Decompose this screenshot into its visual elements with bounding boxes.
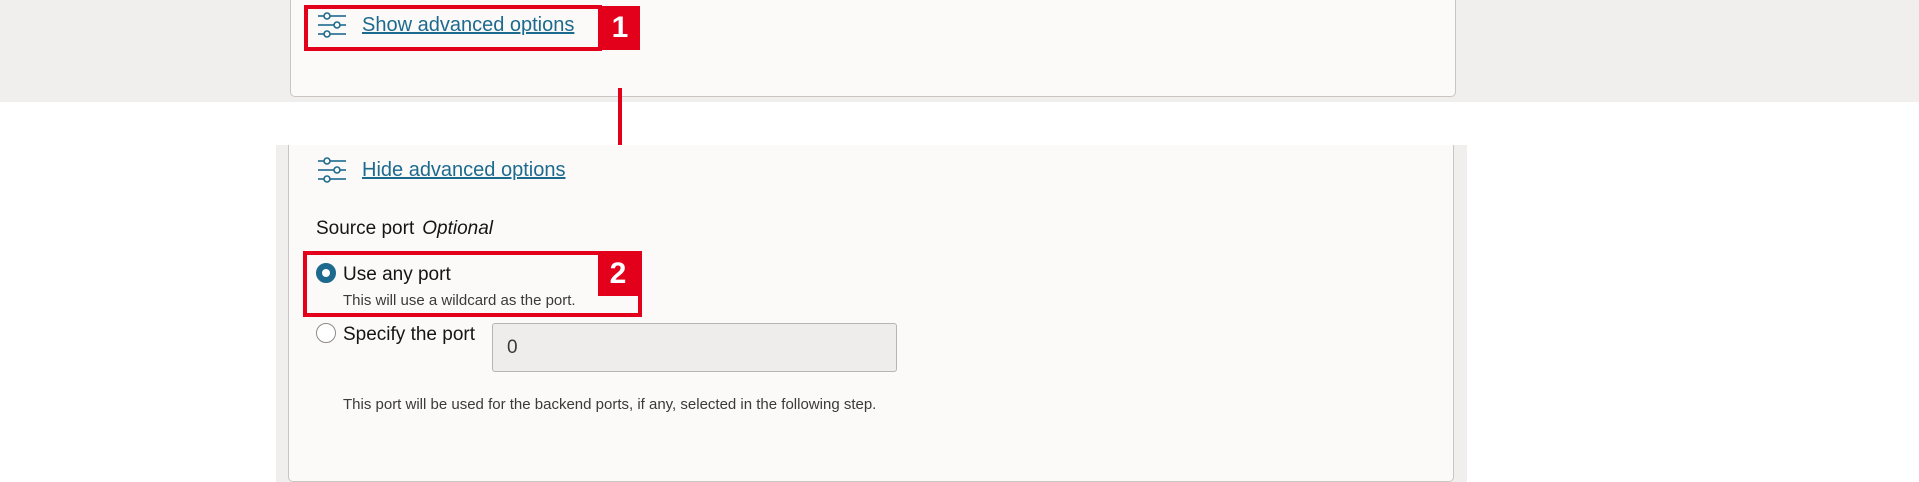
port-input[interactable]: 0 (492, 323, 897, 372)
port-help-text: This port will be used for the backend p… (343, 396, 877, 413)
optional-tag: Optional (422, 218, 494, 239)
hide-advanced-options-label[interactable]: Hide advanced options (362, 159, 565, 182)
sliders-icon (318, 157, 346, 183)
specify-port-label[interactable]: Specify the port (343, 324, 475, 346)
callout-badge-1: 1 (600, 6, 640, 50)
source-port-title: Source port (316, 218, 415, 239)
hide-advanced-options-link[interactable]: Hide advanced options (318, 157, 565, 183)
callout-badge-2: 2 (598, 252, 638, 296)
callout-box-2 (303, 251, 642, 317)
callout-box-1 (304, 5, 602, 51)
specify-port-radio[interactable] (316, 323, 336, 343)
source-port-label: Source port Optional (316, 218, 493, 240)
